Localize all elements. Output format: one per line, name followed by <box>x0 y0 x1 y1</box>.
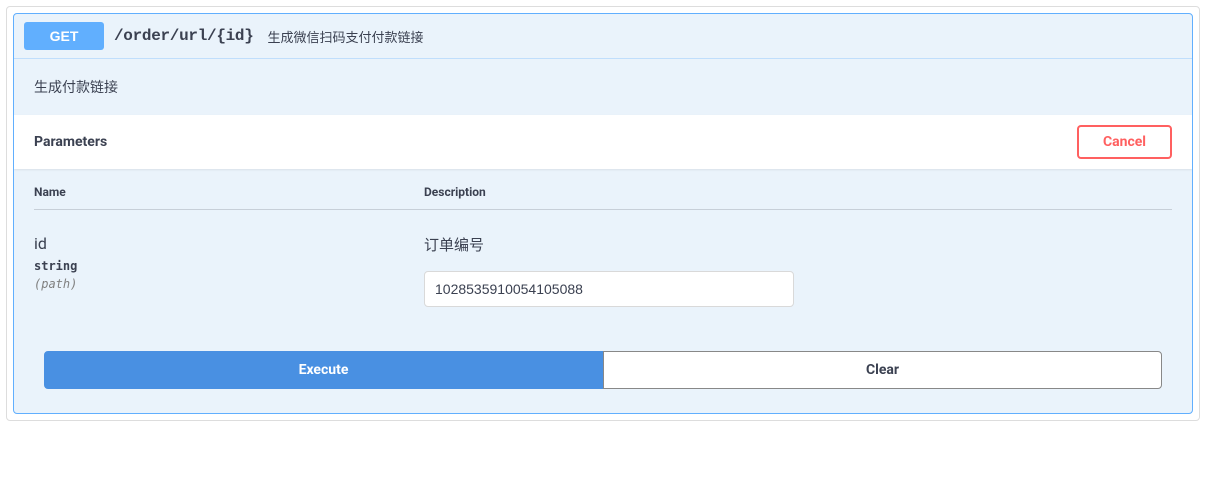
parameter-name: id <box>34 234 424 253</box>
parameter-description: 订单编号 <box>424 234 1172 255</box>
parameter-value-input[interactable] <box>424 271 794 307</box>
operation-block: GET /order/url/{id} 生成微信扫码支付付款链接 生成付款链接 … <box>13 13 1193 414</box>
column-header-description: Description <box>424 185 1172 199</box>
parameters-table: Name Description id string (path) 订单编号 <box>14 169 1192 331</box>
operation-summary-row[interactable]: GET /order/url/{id} 生成微信扫码支付付款链接 <box>14 14 1192 59</box>
cancel-button[interactable]: Cancel <box>1077 125 1172 159</box>
swagger-operation-container: GET /order/url/{id} 生成微信扫码支付付款链接 生成付款链接 … <box>6 6 1200 421</box>
endpoint-path: /order/url/{id} <box>114 27 254 45</box>
parameters-header: Parameters Cancel <box>14 115 1192 169</box>
parameters-table-header: Name Description <box>34 185 1172 210</box>
parameters-title: Parameters <box>34 134 107 150</box>
parameter-row: id string (path) 订单编号 <box>34 210 1172 331</box>
operation-description: 生成付款链接 <box>14 59 1192 115</box>
clear-button[interactable]: Clear <box>603 351 1162 389</box>
endpoint-summary: 生成微信扫码支付付款链接 <box>268 27 424 46</box>
action-buttons-row: Execute Clear <box>14 331 1192 413</box>
parameter-name-cell: id string (path) <box>34 234 424 307</box>
parameter-description-cell: 订单编号 <box>424 234 1172 307</box>
http-method-badge: GET <box>24 22 104 50</box>
column-header-name: Name <box>34 185 424 199</box>
execute-button[interactable]: Execute <box>44 351 603 389</box>
parameter-location: (path) <box>34 277 424 291</box>
parameter-type: string <box>34 259 424 273</box>
